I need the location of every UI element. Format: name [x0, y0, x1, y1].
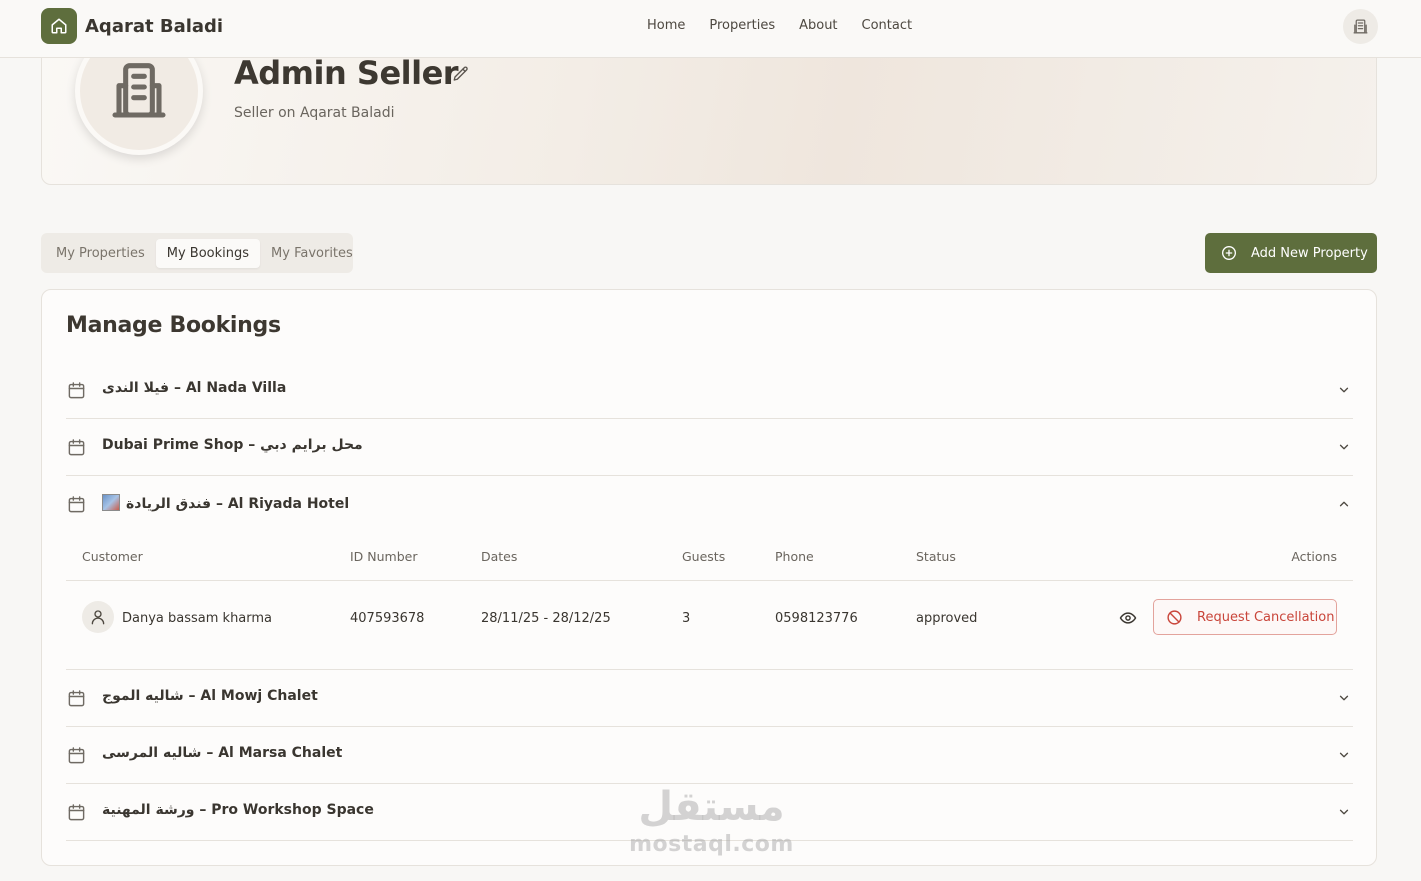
table-row: Danya bassam kharma 407593678 28/11/25 -… [66, 581, 1353, 670]
profile-card: Admin Seller Seller on Aqarat Baladi [41, 40, 1377, 185]
profile-name: Admin Seller [234, 54, 459, 92]
chevron-down-icon[interactable] [1337, 383, 1351, 397]
booking-group-al-mowj-chalet[interactable]: شاليه الموج – Al Mowj Chalet [66, 670, 1353, 727]
id-number: 407593678 [350, 611, 425, 626]
col-phone: Phone [775, 549, 814, 564]
building-icon [1353, 19, 1368, 34]
booking-group-al-marsa-chalet[interactable]: شاليه المرسى – Al Marsa Chalet [66, 727, 1353, 784]
user-menu-button[interactable] [1343, 9, 1378, 44]
tab-my-properties[interactable]: My Properties [45, 239, 156, 268]
nav-about[interactable]: About [799, 18, 837, 33]
booking-group-al-riyada-hotel[interactable]: فندق الريادة – Al Riyada Hotel [66, 476, 1353, 533]
property-label-wrap: فندق الريادة – Al Riyada Hotel [102, 494, 349, 512]
request-cancellation-button[interactable]: Request Cancellation [1153, 599, 1337, 635]
user-icon [91, 610, 105, 625]
chevron-up-icon[interactable] [1337, 497, 1351, 511]
customer-avatar [82, 601, 114, 633]
card-title: Manage Bookings [66, 313, 281, 338]
eye-view-icon[interactable] [1119, 609, 1137, 627]
add-new-property-button[interactable]: Add New Property [1205, 233, 1377, 273]
manage-bookings-card: Manage Bookings فيلا الندى – Al Nada Vil… [41, 289, 1377, 866]
brand-name: Aqarat Baladi [85, 15, 224, 37]
booking-group-al-nada-villa[interactable]: فيلا الندى – Al Nada Villa [66, 362, 1353, 419]
request-cancellation-label: Request Cancellation [1197, 609, 1335, 625]
booking-status: approved [916, 611, 978, 626]
col-customer: Customer [82, 549, 143, 564]
chevron-down-icon[interactable] [1337, 440, 1351, 454]
booking-dates: 28/11/25 - 28/12/25 [481, 611, 611, 626]
customer-name: Danya bassam kharma [122, 611, 273, 626]
phone-number: 0598123776 [775, 611, 858, 626]
col-id-number: ID Number [350, 549, 418, 564]
col-status: Status [916, 549, 956, 564]
calendar-icon [68, 690, 85, 707]
add-new-property-label: Add New Property [1251, 245, 1368, 261]
chevron-down-icon[interactable] [1337, 805, 1351, 819]
profile-subtitle: Seller on Aqarat Baladi [234, 105, 395, 121]
property-label: فندق الريادة – Al Riyada Hotel [126, 496, 350, 512]
tab-my-bookings[interactable]: My Bookings [155, 238, 261, 268]
hotel-thumbnail-icon [102, 494, 120, 511]
property-label: ورشة المهنية – Pro Workshop Space [102, 802, 374, 818]
bookings-table: Customer ID Number Dates Guests Phone St… [66, 536, 1353, 670]
property-label: فيلا الندى – Al Nada Villa [102, 380, 287, 396]
building-icon [112, 63, 166, 118]
col-dates: Dates [481, 549, 518, 564]
ban-icon [1167, 609, 1182, 625]
chevron-down-icon[interactable] [1337, 691, 1351, 705]
main-nav: Home Properties About Contact [647, 18, 912, 33]
brand[interactable]: Aqarat Baladi [41, 8, 223, 44]
dashboard-tabs: My Properties My Bookings My Favorites [41, 233, 353, 273]
table-header: Customer ID Number Dates Guests Phone St… [66, 536, 1353, 581]
calendar-icon [68, 439, 85, 456]
booking-group-dubai-prime-shop[interactable]: Dubai Prime Shop – محل برايم دبي [66, 419, 1353, 476]
chevron-down-icon[interactable] [1337, 748, 1351, 762]
nav-properties[interactable]: Properties [709, 18, 775, 33]
pencil-edit-icon[interactable] [452, 65, 470, 83]
nav-home[interactable]: Home [647, 18, 685, 33]
calendar-icon [68, 382, 85, 399]
tab-my-favorites[interactable]: My Favorites [260, 239, 364, 268]
calendar-icon [68, 747, 85, 764]
nav-contact[interactable]: Contact [862, 18, 913, 33]
property-label: شاليه المرسى – Al Marsa Chalet [102, 745, 343, 761]
property-label: شاليه الموج – Al Mowj Chalet [102, 688, 318, 704]
col-guests: Guests [682, 549, 726, 564]
plus-circle-icon [1222, 246, 1236, 260]
calendar-icon [68, 804, 85, 821]
col-actions: Actions [1291, 549, 1337, 564]
top-navbar: Aqarat Baladi Home Properties About Cont… [0, 0, 1421, 58]
property-label: Dubai Prime Shop – محل برايم دبي [102, 437, 363, 453]
calendar-icon [68, 496, 85, 513]
home-logo-icon [41, 8, 77, 44]
booking-group-pro-workshop-space[interactable]: ورشة المهنية – Pro Workshop Space [66, 784, 1353, 841]
guest-count: 3 [682, 611, 691, 626]
